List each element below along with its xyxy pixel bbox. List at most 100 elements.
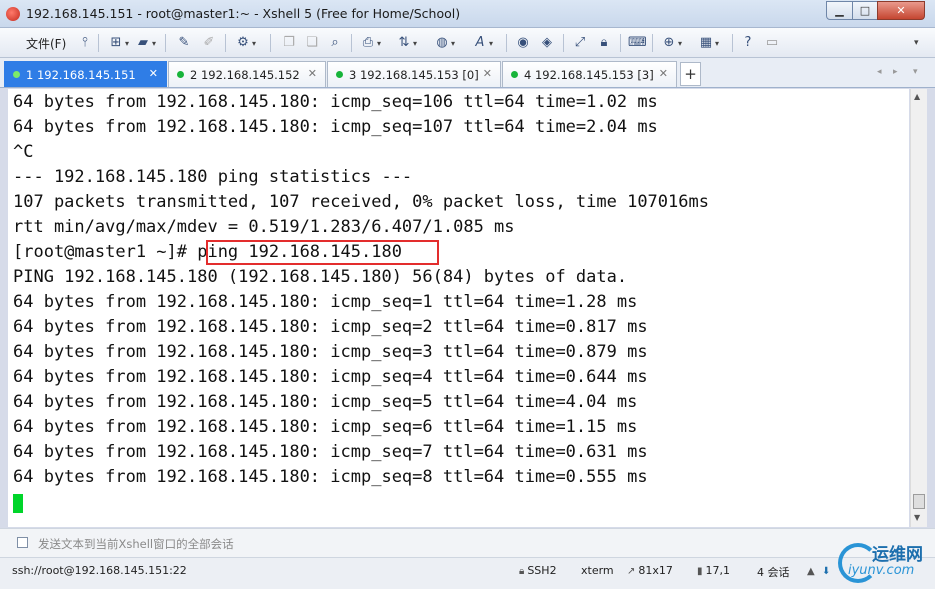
keyboard-icon[interactable]: ⌨ (628, 34, 647, 52)
session-status-icon (511, 71, 518, 78)
scroll-up-icon[interactable]: ▲ (914, 92, 920, 101)
terminal-size: ↗ 81x17 (627, 564, 673, 577)
properties-icon[interactable]: ⚙ ▾ (235, 34, 256, 52)
tab-scroll-right-icon[interactable]: ▸ (893, 67, 898, 77)
toolbar-overflow-icon[interactable]: ▾ (913, 34, 919, 52)
protocol-status: 🔒︎ SSH2 (519, 564, 557, 577)
reconnect-icon[interactable]: ✎ (176, 34, 192, 52)
cursor-position-label: 17,1 (705, 564, 731, 577)
terminal-line: 64 bytes from 192.168.145.180: icmp_seq=… (13, 392, 638, 412)
upload-icon[interactable]: ▲ (807, 564, 818, 577)
scroll-down-icon[interactable]: ▼ (914, 513, 920, 522)
close-tab-icon[interactable]: ✕ (149, 67, 158, 80)
title-bar: 192.168.145.151 - root@master1:~ - Xshel… (0, 0, 935, 28)
protocol-label: SSH2 (527, 564, 557, 577)
toolbar-divider (165, 34, 166, 52)
fullscreen-icon[interactable]: ⤢ (572, 34, 588, 52)
toolbar-divider (98, 34, 99, 52)
compose-input[interactable]: 发送文本到当前Xshell窗口的全部会话 (38, 536, 234, 552)
lock-icon[interactable]: 🔒︎ (596, 34, 612, 52)
chat-icon[interactable]: ▭ (764, 34, 780, 52)
terminal-line: 64 bytes from 192.168.145.180: icmp_seq=… (13, 467, 648, 487)
toolbar-divider (620, 34, 621, 52)
terminal-size-label: 81x17 (638, 564, 673, 577)
file-menu[interactable]: 文件(F) (26, 34, 66, 52)
xshell-app-icon[interactable] (6, 7, 20, 21)
new-session-icon[interactable]: ⊞ ▾ (108, 34, 129, 52)
status-bar: ssh://root@192.168.145.151:22 🔒︎ SSH2 xte… (0, 558, 935, 589)
help-icon[interactable]: ? (740, 34, 756, 52)
file-menu-label: 文件(F) (26, 36, 67, 51)
layout-icon[interactable]: ▦ ▾ (698, 34, 719, 52)
toolbar-divider (652, 34, 653, 52)
font-icon[interactable]: A ▾ (472, 34, 493, 52)
compose-toggle-checkbox[interactable] (17, 537, 28, 548)
maximize-button[interactable]: □ (852, 1, 878, 20)
terminal-line: 64 bytes from 192.168.145.180: icmp_seq=… (13, 317, 648, 337)
terminal-output[interactable]: 64 bytes from 192.168.145.180: icmp_seq=… (8, 89, 909, 527)
open-folder-icon[interactable]: ▰ ▾ (135, 34, 156, 52)
terminal-type: xterm (581, 564, 614, 577)
close-tab-icon[interactable]: ✕ (483, 67, 492, 80)
copy-icon[interactable]: ❐ (281, 34, 297, 52)
terminal-line: 64 bytes from 192.168.145.180: icmp_seq=… (13, 367, 648, 387)
close-tab-icon[interactable]: ✕ (308, 67, 317, 80)
terminal-line: 107 packets transmitted, 107 received, 0… (13, 192, 709, 212)
pin-icon[interactable]: ⫯ (77, 34, 93, 52)
print-icon[interactable]: ⎙ ▾ (360, 34, 381, 52)
xshell-icon[interactable]: ◉ (515, 34, 531, 52)
tab-session-3[interactable]: 3 192.168.145.153 [0] ✕ (327, 61, 501, 87)
tab-session-2[interactable]: 2 192.168.145.152 ✕ (168, 61, 326, 87)
terminal-line: --- 192.168.145.180 ping statistics --- (13, 167, 413, 187)
download-icon[interactable]: ⬇ (822, 564, 833, 577)
cursor-position-icon: ▮ (697, 566, 703, 577)
command-highlight-box (206, 240, 439, 265)
watermark-cn-text: 运维网 (872, 545, 923, 565)
connection-address: ssh://root@192.168.145.151:22 (12, 564, 187, 577)
compose-bar: 发送文本到当前Xshell窗口的全部会话 (0, 528, 935, 558)
disconnect-icon[interactable]: ✐ (201, 34, 217, 52)
close-tab-icon[interactable]: ✕ (659, 67, 668, 80)
find-icon[interactable]: ⌕ (327, 34, 343, 52)
terminal-line: ^C (13, 142, 34, 162)
tab-label: 4 192.168.145.153 [3] (524, 67, 654, 82)
watermark-logo: 运维网 iyunv.com (836, 536, 935, 589)
session-tabs: 1 192.168.145.151 ✕ 2 192.168.145.152 ✕ … (0, 58, 935, 88)
transfer-icon[interactable]: ⇅ ▾ (396, 34, 417, 52)
toolbar-divider (732, 34, 733, 52)
scrollbar-thumb[interactable] (913, 494, 925, 509)
terminal-line: rtt min/avg/max/mdev = 0.519/1.283/6.407… (13, 217, 515, 237)
watermark-en-text: iyunv.com (848, 563, 915, 578)
terminal-line: 64 bytes from 192.168.145.180: icmp_seq=… (13, 342, 648, 362)
resize-icon: ↗ (627, 566, 636, 577)
terminal-line: 64 bytes from 192.168.145.180: icmp_seq=… (13, 92, 658, 112)
lock-icon: 🔒︎ (519, 566, 525, 577)
globe-icon[interactable]: ◍ ▾ (434, 34, 455, 52)
toolbar-divider (563, 34, 564, 52)
toolbar-divider (270, 34, 271, 52)
session-status-icon (13, 71, 20, 78)
tab-label: 1 192.168.145.151 (26, 67, 136, 82)
minimize-button[interactable]: ▁ (826, 1, 853, 20)
tab-list-icon[interactable]: ▾ (913, 67, 918, 77)
cursor-position: ▮ 17,1 (697, 564, 730, 577)
new-tab-button[interactable]: + (680, 62, 701, 86)
close-button[interactable]: ✕ (877, 1, 925, 20)
terminal-scrollbar[interactable]: ▲ ▼ (910, 89, 927, 527)
window-title: 192.168.145.151 - root@master1:~ - Xshel… (26, 6, 461, 21)
tab-scroll-left-icon[interactable]: ◂ (877, 67, 882, 77)
toolbar-divider (351, 34, 352, 52)
terminal-line: 64 bytes from 192.168.145.180: icmp_seq=… (13, 417, 638, 437)
session-count: 4 会话 (757, 566, 790, 579)
add-icon[interactable]: ⊕ ▾ (661, 34, 682, 52)
terminal-line: 64 bytes from 192.168.145.180: icmp_seq=… (13, 292, 638, 312)
terminal-line: 64 bytes from 192.168.145.180: icmp_seq=… (13, 442, 648, 462)
tab-session-1[interactable]: 1 192.168.145.151 ✕ (4, 61, 167, 87)
tab-session-4[interactable]: 4 192.168.145.153 [3] ✕ (502, 61, 677, 87)
session-status-icon (336, 71, 343, 78)
terminal-line: PING 192.168.145.180 (192.168.145.180) 5… (13, 267, 628, 287)
session-status-icon (177, 71, 184, 78)
paste-icon[interactable]: ❏ (304, 34, 320, 52)
xftp-icon[interactable]: ◈ (539, 34, 555, 52)
terminal-cursor (13, 494, 23, 513)
